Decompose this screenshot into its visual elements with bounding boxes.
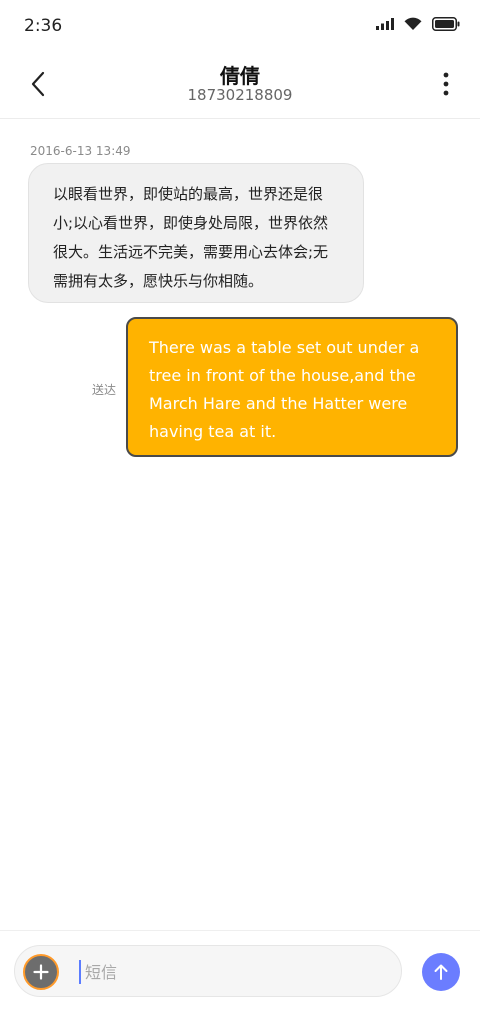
status-bar: 2:36 — [0, 0, 480, 52]
battery-icon — [432, 17, 460, 31]
sms-conversation-screen: 2:36 倩倩 18730218809 2016-6-13 13:49 以眼看世… — [0, 0, 480, 1013]
more-options-button[interactable] — [436, 70, 456, 98]
outgoing-message-bubble[interactable]: There was a table set out under a tree i… — [126, 317, 458, 457]
conversation-header: 倩倩 18730218809 — [0, 52, 480, 119]
message-input[interactable] — [83, 952, 387, 992]
composer-field-container — [14, 945, 402, 997]
send-button[interactable] — [422, 953, 460, 991]
add-attachment-button[interactable] — [23, 954, 59, 990]
wifi-icon — [404, 17, 422, 30]
send-arrow-icon — [434, 964, 448, 980]
delivered-status: 送达 — [92, 383, 117, 397]
incoming-message-bubble[interactable]: 以眼看世界，即使站的最高，世界还是很小;以心看世界，即使身处局限，世界依然很大。… — [28, 163, 364, 303]
signal-icon — [376, 18, 394, 30]
text-caret — [79, 960, 81, 984]
status-time: 2:36 — [24, 16, 63, 36]
status-icons — [376, 17, 460, 31]
contact-number: 18730218809 — [187, 86, 293, 104]
contact-name: 倩倩 — [220, 64, 260, 88]
message-timestamp: 2016-6-13 13:49 — [30, 144, 131, 158]
plus-icon — [33, 964, 49, 980]
more-vertical-icon — [443, 72, 449, 96]
composer-bar — [0, 930, 480, 1013]
